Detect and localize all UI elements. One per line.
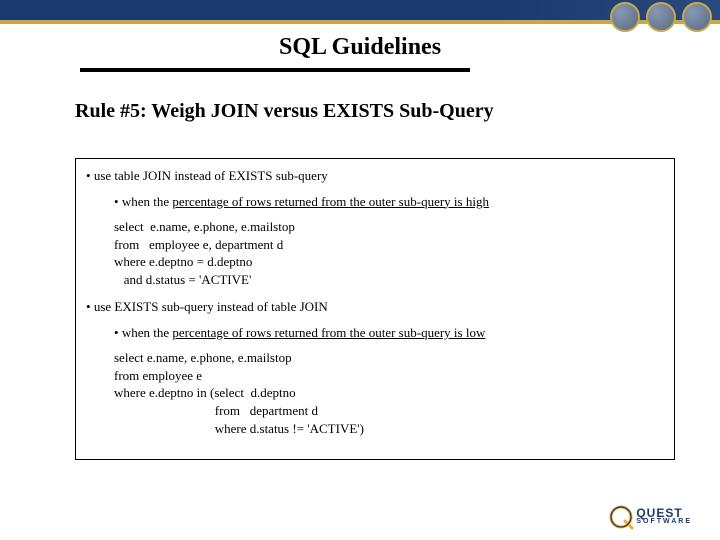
- sub2-prefix: when the: [122, 325, 173, 340]
- bullet-text-2: use EXISTS sub-query instead of table JO…: [94, 299, 328, 314]
- bullet-main-2: • use EXISTS sub-query instead of table …: [86, 298, 664, 316]
- header-decorative-circles: [610, 2, 712, 32]
- content-box: • use table JOIN instead of EXISTS sub-q…: [75, 158, 675, 460]
- decorative-circle-icon: [610, 2, 640, 32]
- bullet-dot-icon: •: [114, 194, 122, 209]
- sub2-underline: percentage of rows returned from the out…: [172, 325, 485, 340]
- bullet-dot-icon: •: [114, 325, 122, 340]
- slide-title: SQL Guidelines: [0, 34, 720, 61]
- decorative-circle-icon: [682, 2, 712, 32]
- code-block-2: select e.name, e.phone, e.mailstop from …: [114, 349, 664, 437]
- rule-heading: Rule #5: Weigh JOIN versus EXISTS Sub-Qu…: [75, 100, 494, 123]
- footer-logo: QUEST SOFTWARE: [608, 504, 692, 530]
- decorative-circle-icon: [646, 2, 676, 32]
- quest-q-icon: [608, 504, 634, 530]
- sub1-underline: percentage of rows returned from the out…: [172, 194, 489, 209]
- sub1-prefix: when the: [122, 194, 173, 209]
- bullet-text-1: use table JOIN instead of EXISTS sub-que…: [94, 168, 328, 183]
- bullet-sub-2: • when the percentage of rows returned f…: [114, 324, 664, 342]
- bullet-dot-icon: •: [86, 168, 94, 183]
- bullet-sub-1: • when the percentage of rows returned f…: [114, 193, 664, 211]
- title-underline: [80, 68, 470, 72]
- code-block-1: select e.name, e.phone, e.mailstop from …: [114, 218, 664, 288]
- bullet-dot-icon: •: [86, 299, 94, 314]
- bullet-main-1: • use table JOIN instead of EXISTS sub-q…: [86, 167, 664, 185]
- footer-logo-text: QUEST SOFTWARE: [636, 508, 692, 525]
- footer-brand-sub: SOFTWARE: [636, 519, 692, 525]
